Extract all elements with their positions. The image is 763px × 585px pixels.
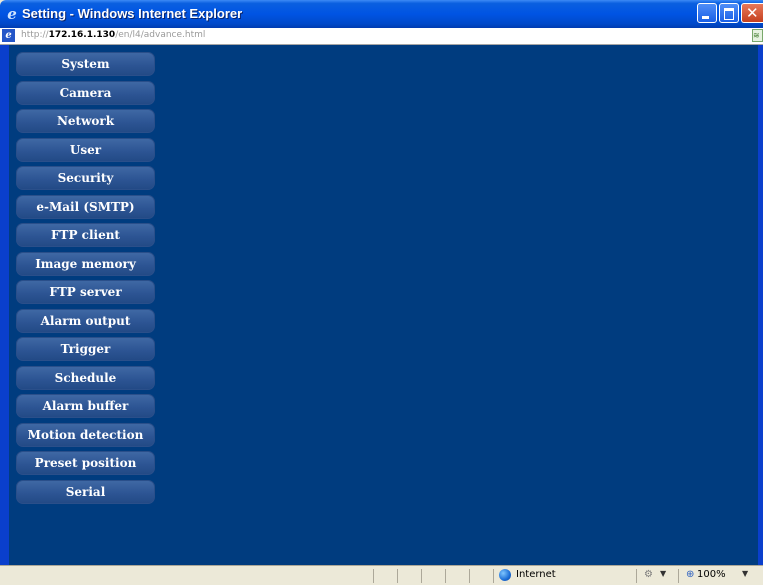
menu-serial-button[interactable]: Serial xyxy=(16,479,155,504)
close-icon: ✕ xyxy=(746,4,759,22)
menu-system-button[interactable]: System xyxy=(16,52,155,76)
protected-mode-icon[interactable]: ⚙ xyxy=(644,569,653,580)
zoom-level[interactable]: 100% xyxy=(697,569,726,580)
menu-alarm-buffer-button[interactable]: Alarm buffer xyxy=(16,394,155,418)
close-button[interactable]: ✕ xyxy=(741,3,763,23)
menu-ftp-server-button[interactable]: FTP server xyxy=(16,280,155,304)
globe-icon xyxy=(499,569,511,581)
url-host: 172.16.1.130 xyxy=(48,30,116,40)
status-divider xyxy=(636,569,637,583)
menu-email-smtp-button[interactable]: e-Mail (SMTP) xyxy=(16,194,155,219)
settings-menu: System Camera Network User Security e-Ma… xyxy=(16,52,155,508)
menu-motion-detection-button[interactable]: Motion detection xyxy=(16,422,155,447)
status-bar: Internet ⚙ ▼ ⊕ 100% ▼ xyxy=(0,565,763,585)
url-prefix: http:// xyxy=(21,30,49,40)
zoom-icon[interactable]: ⊕ xyxy=(686,569,694,580)
status-divider xyxy=(445,569,446,583)
menu-ftp-client-button[interactable]: FTP client xyxy=(16,223,155,247)
status-divider xyxy=(421,569,422,583)
status-divider xyxy=(373,569,374,583)
menu-security-button[interactable]: Security xyxy=(16,166,155,190)
address-bar[interactable]: e http://172.16.1.130/en/l4/advance.html… xyxy=(0,28,763,45)
menu-camera-button[interactable]: Camera xyxy=(16,80,155,105)
window-frame-right xyxy=(758,45,763,565)
window-title: Setting - Windows Internet Explorer xyxy=(22,6,243,21)
chevron-down-icon[interactable]: ▼ xyxy=(742,569,748,578)
page-content: System Camera Network User Security e-Ma… xyxy=(9,45,758,565)
menu-network-button[interactable]: Network xyxy=(16,109,155,133)
url-text[interactable]: http://172.16.1.130/en/l4/advance.html xyxy=(21,30,205,40)
menu-image-memory-button[interactable]: Image memory xyxy=(16,251,155,276)
menu-preset-position-button[interactable]: Preset position xyxy=(16,451,155,475)
url-path: /en/l4/advance.html xyxy=(115,30,206,40)
window-frame-left xyxy=(0,45,9,565)
status-divider xyxy=(469,569,470,583)
status-divider xyxy=(397,569,398,583)
menu-alarm-output-button[interactable]: Alarm output xyxy=(16,308,155,333)
status-divider xyxy=(493,569,494,583)
status-divider xyxy=(678,569,679,583)
security-zone[interactable]: Internet xyxy=(516,569,556,580)
title-bar[interactable]: e Setting - Windows Internet Explorer ✕ xyxy=(0,0,763,28)
menu-trigger-button[interactable]: Trigger xyxy=(16,337,155,361)
chevron-down-icon[interactable]: ▼ xyxy=(660,569,666,578)
ie-logo-icon: e xyxy=(7,5,17,23)
menu-schedule-button[interactable]: Schedule xyxy=(16,365,155,390)
minimize-button[interactable] xyxy=(697,3,717,23)
ie-page-icon: e xyxy=(2,29,15,42)
maximize-button[interactable] xyxy=(719,3,739,23)
menu-user-button[interactable]: User xyxy=(16,137,155,162)
feed-icon[interactable]: ≋ xyxy=(752,29,763,42)
